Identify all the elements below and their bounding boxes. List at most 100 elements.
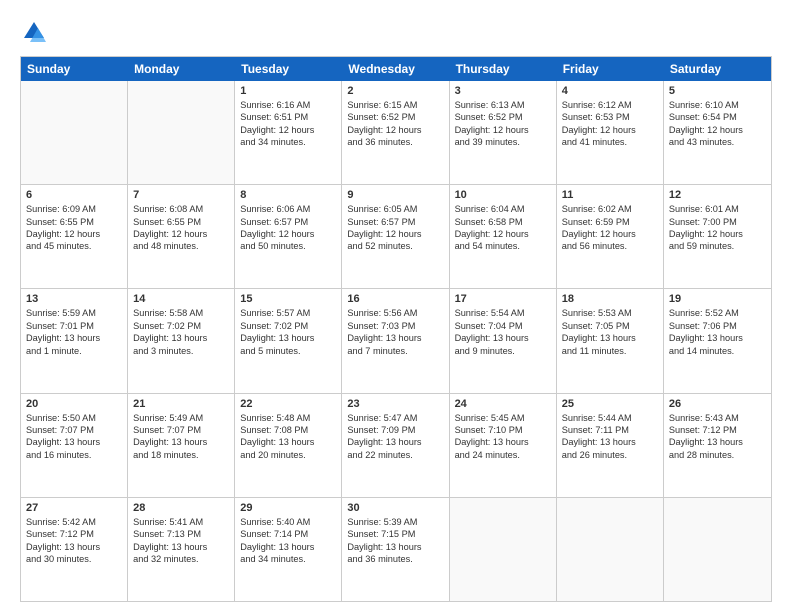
calendar-cell-day-7: 7Sunrise: 6:08 AMSunset: 6:55 PMDaylight… [128,185,235,288]
cell-line-0: Sunrise: 6:02 AM [562,203,658,215]
day-number: 1 [240,85,336,97]
day-number: 24 [455,398,551,410]
calendar-cell-day-1: 1Sunrise: 6:16 AMSunset: 6:51 PMDaylight… [235,81,342,184]
calendar-cell-empty [557,498,664,601]
cell-line-2: Daylight: 12 hours [240,124,336,136]
cell-line-3: and 41 minutes. [562,136,658,148]
day-number: 4 [562,85,658,97]
cell-line-2: Daylight: 12 hours [26,228,122,240]
cell-line-2: Daylight: 12 hours [455,124,551,136]
calendar-cell-empty [450,498,557,601]
cell-line-1: Sunset: 7:10 PM [455,424,551,436]
cell-line-1: Sunset: 7:02 PM [133,320,229,332]
cell-line-1: Sunset: 7:13 PM [133,528,229,540]
calendar-cell-day-3: 3Sunrise: 6:13 AMSunset: 6:52 PMDaylight… [450,81,557,184]
cell-line-1: Sunset: 6:57 PM [347,216,443,228]
cell-line-1: Sunset: 7:09 PM [347,424,443,436]
calendar-cell-day-17: 17Sunrise: 5:54 AMSunset: 7:04 PMDayligh… [450,289,557,392]
day-number: 12 [669,189,766,201]
calendar-cell-day-16: 16Sunrise: 5:56 AMSunset: 7:03 PMDayligh… [342,289,449,392]
header-day-sunday: Sunday [21,57,128,81]
cell-line-1: Sunset: 7:07 PM [26,424,122,436]
calendar-cell-day-28: 28Sunrise: 5:41 AMSunset: 7:13 PMDayligh… [128,498,235,601]
cell-line-0: Sunrise: 5:58 AM [133,307,229,319]
cell-line-2: Daylight: 13 hours [133,436,229,448]
calendar-row-4: 27Sunrise: 5:42 AMSunset: 7:12 PMDayligh… [21,498,771,601]
cell-line-0: Sunrise: 5:54 AM [455,307,551,319]
cell-line-0: Sunrise: 5:40 AM [240,516,336,528]
cell-line-2: Daylight: 13 hours [26,332,122,344]
calendar-cell-day-9: 9Sunrise: 6:05 AMSunset: 6:57 PMDaylight… [342,185,449,288]
cell-line-0: Sunrise: 6:12 AM [562,99,658,111]
cell-line-0: Sunrise: 5:50 AM [26,412,122,424]
cell-line-3: and 28 minutes. [669,449,766,461]
cell-line-0: Sunrise: 6:01 AM [669,203,766,215]
cell-line-1: Sunset: 6:51 PM [240,111,336,123]
day-number: 15 [240,293,336,305]
cell-line-0: Sunrise: 5:44 AM [562,412,658,424]
calendar-cell-empty [128,81,235,184]
cell-line-1: Sunset: 6:53 PM [562,111,658,123]
logo-icon [20,18,48,46]
cell-line-0: Sunrise: 5:52 AM [669,307,766,319]
calendar-cell-day-23: 23Sunrise: 5:47 AMSunset: 7:09 PMDayligh… [342,394,449,497]
cell-line-3: and 22 minutes. [347,449,443,461]
cell-line-2: Daylight: 13 hours [26,541,122,553]
cell-line-2: Daylight: 12 hours [455,228,551,240]
cell-line-2: Daylight: 13 hours [26,436,122,448]
cell-line-1: Sunset: 7:05 PM [562,320,658,332]
calendar-cell-day-8: 8Sunrise: 6:06 AMSunset: 6:57 PMDaylight… [235,185,342,288]
cell-line-0: Sunrise: 6:06 AM [240,203,336,215]
cell-line-2: Daylight: 13 hours [669,332,766,344]
cell-line-2: Daylight: 13 hours [455,332,551,344]
cell-line-2: Daylight: 13 hours [669,436,766,448]
calendar-cell-day-25: 25Sunrise: 5:44 AMSunset: 7:11 PMDayligh… [557,394,664,497]
cell-line-0: Sunrise: 6:05 AM [347,203,443,215]
cell-line-3: and 52 minutes. [347,240,443,252]
cell-line-0: Sunrise: 5:42 AM [26,516,122,528]
day-number: 22 [240,398,336,410]
cell-line-3: and 14 minutes. [669,345,766,357]
calendar-cell-day-10: 10Sunrise: 6:04 AMSunset: 6:58 PMDayligh… [450,185,557,288]
cell-line-0: Sunrise: 6:10 AM [669,99,766,111]
calendar-header: SundayMondayTuesdayWednesdayThursdayFrid… [21,57,771,81]
header [20,18,772,46]
cell-line-0: Sunrise: 5:49 AM [133,412,229,424]
cell-line-1: Sunset: 7:02 PM [240,320,336,332]
cell-line-1: Sunset: 7:07 PM [133,424,229,436]
calendar-cell-day-30: 30Sunrise: 5:39 AMSunset: 7:15 PMDayligh… [342,498,449,601]
day-number: 3 [455,85,551,97]
day-number: 9 [347,189,443,201]
cell-line-0: Sunrise: 5:48 AM [240,412,336,424]
cell-line-3: and 36 minutes. [347,136,443,148]
cell-line-1: Sunset: 6:54 PM [669,111,766,123]
cell-line-1: Sunset: 7:06 PM [669,320,766,332]
cell-line-3: and 16 minutes. [26,449,122,461]
day-number: 28 [133,502,229,514]
cell-line-3: and 48 minutes. [133,240,229,252]
cell-line-3: and 43 minutes. [669,136,766,148]
day-number: 26 [669,398,766,410]
day-number: 13 [26,293,122,305]
calendar-cell-day-5: 5Sunrise: 6:10 AMSunset: 6:54 PMDaylight… [664,81,771,184]
cell-line-3: and 34 minutes. [240,553,336,565]
logo [20,18,52,46]
calendar-cell-day-14: 14Sunrise: 5:58 AMSunset: 7:02 PMDayligh… [128,289,235,392]
cell-line-1: Sunset: 6:52 PM [347,111,443,123]
cell-line-3: and 39 minutes. [455,136,551,148]
cell-line-2: Daylight: 13 hours [562,436,658,448]
calendar-cell-empty [21,81,128,184]
calendar-cell-day-11: 11Sunrise: 6:02 AMSunset: 6:59 PMDayligh… [557,185,664,288]
cell-line-3: and 36 minutes. [347,553,443,565]
cell-line-3: and 26 minutes. [562,449,658,461]
cell-line-2: Daylight: 13 hours [455,436,551,448]
cell-line-2: Daylight: 13 hours [240,332,336,344]
cell-line-1: Sunset: 6:52 PM [455,111,551,123]
calendar-row-1: 6Sunrise: 6:09 AMSunset: 6:55 PMDaylight… [21,185,771,289]
calendar-cell-day-21: 21Sunrise: 5:49 AMSunset: 7:07 PMDayligh… [128,394,235,497]
calendar-cell-day-18: 18Sunrise: 5:53 AMSunset: 7:05 PMDayligh… [557,289,664,392]
day-number: 19 [669,293,766,305]
cell-line-1: Sunset: 7:04 PM [455,320,551,332]
cell-line-3: and 9 minutes. [455,345,551,357]
calendar-cell-day-26: 26Sunrise: 5:43 AMSunset: 7:12 PMDayligh… [664,394,771,497]
